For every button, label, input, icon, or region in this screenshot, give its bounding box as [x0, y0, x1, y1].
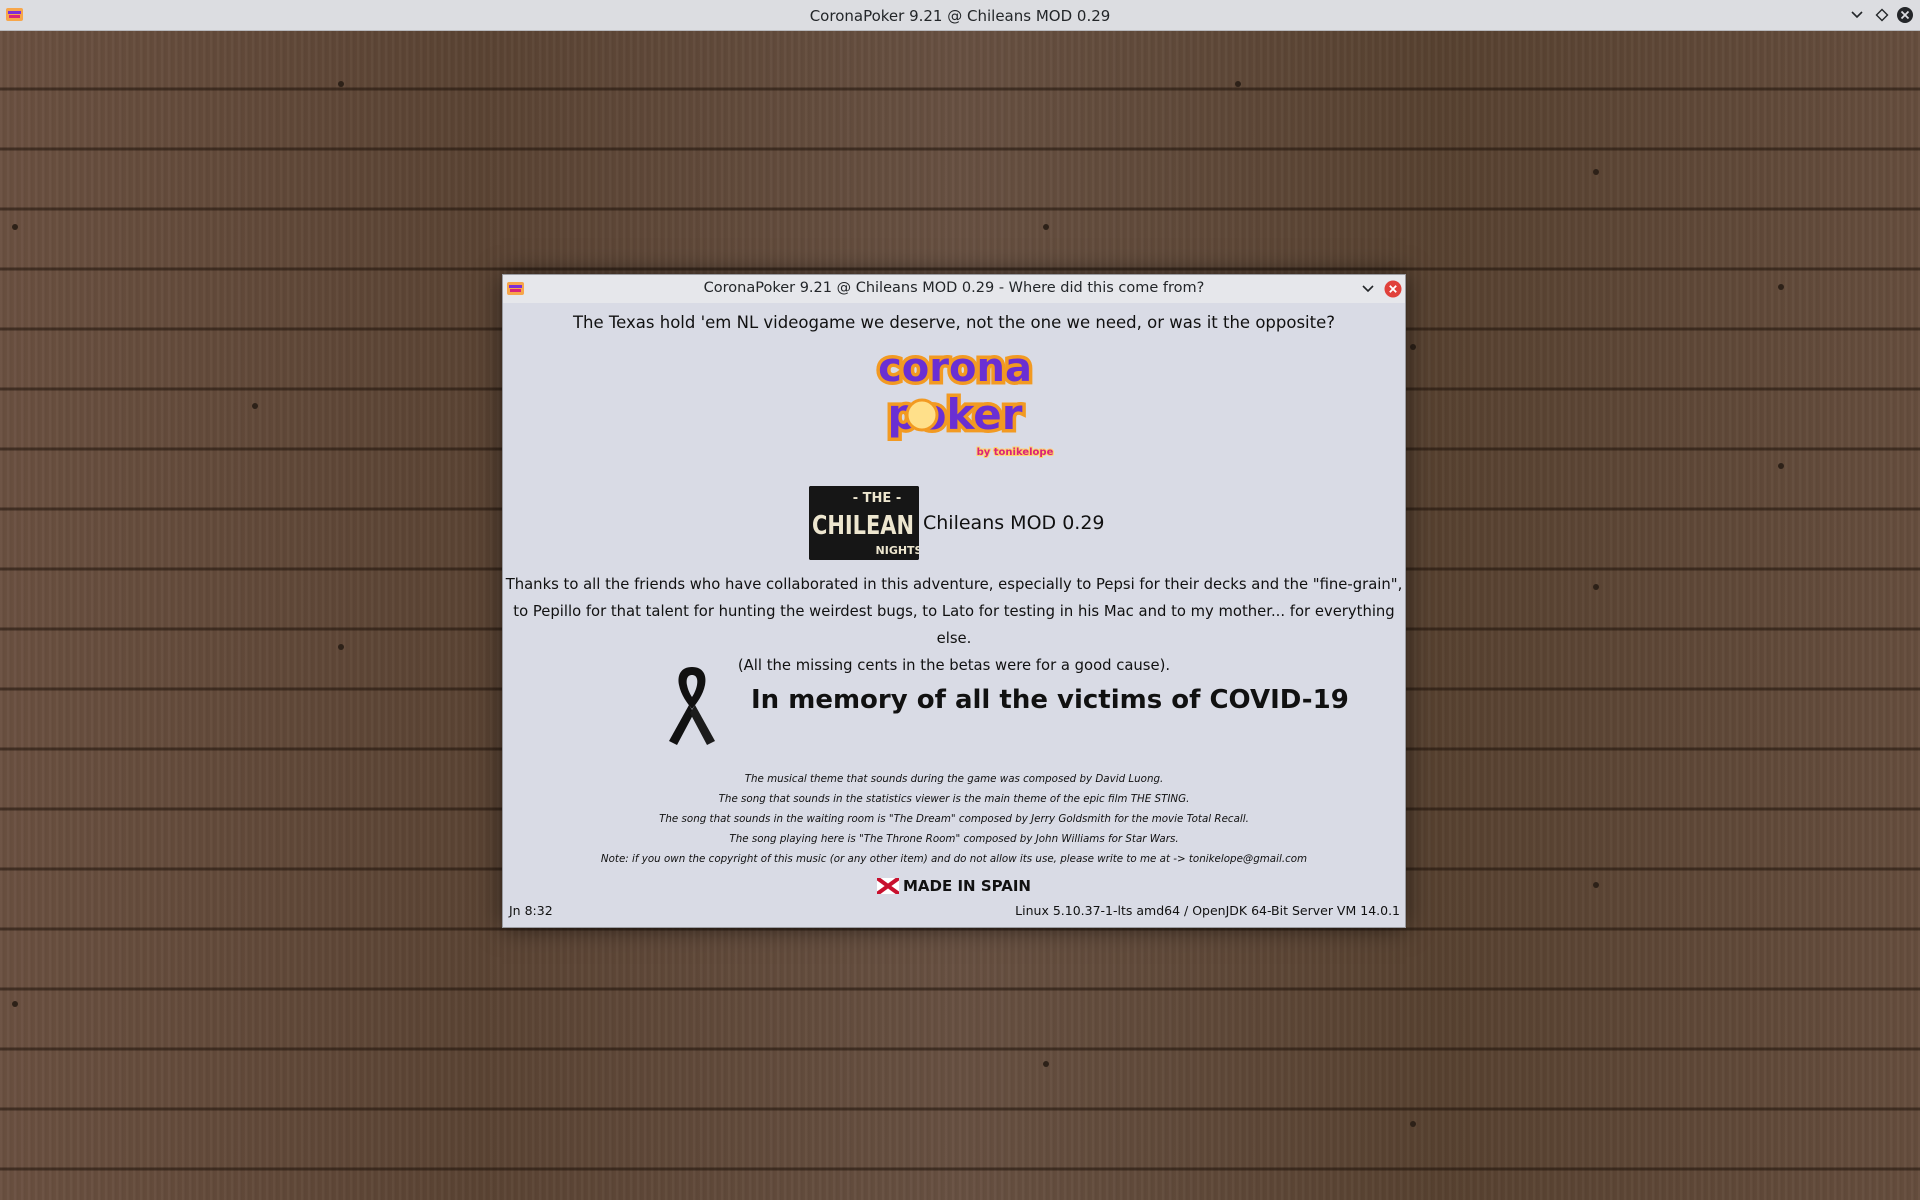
logo-line1: corona [878, 345, 1032, 391]
black-ribbon-icon [669, 667, 715, 745]
dialog-titlebar: CoronaPoker 9.21 @ Chileans MOD 0.29 - W… [503, 275, 1405, 303]
nail-decoration [1593, 584, 1599, 590]
diamond-icon [1875, 8, 1889, 22]
badge-top-text: - THE - [853, 491, 901, 506]
nail-decoration [338, 644, 344, 650]
chilean-nights-badge: - THE - CHILEAN NIGHTS [809, 486, 919, 560]
tagline: The Texas hold 'em NL videogame we deser… [572, 313, 1336, 332]
memorial-row: In memory of all the victims of COVID-19 [663, 663, 1349, 747]
close-icon [1384, 280, 1402, 298]
nail-decoration [1043, 1061, 1049, 1067]
nail-decoration [1235, 81, 1241, 87]
nail-decoration [1778, 463, 1784, 469]
made-in-label: MADE IN SPAIN [903, 877, 1031, 895]
chevron-down-icon [1362, 285, 1374, 293]
nail-decoration [1593, 882, 1599, 888]
main-window-titlebar: CoronaPoker 9.21 @ Chileans MOD 0.29 [0, 0, 1920, 31]
logo-byline: by tonikelope [977, 447, 1054, 458]
credit-line: The song that sounds in the statistics v… [718, 793, 1190, 805]
credit-line: The song that sounds in the waiting room… [659, 813, 1249, 825]
credit-line: The song playing here is "The Throne Roo… [729, 833, 1179, 845]
nail-decoration [1593, 169, 1599, 175]
minimize-button[interactable] [1847, 5, 1867, 25]
memorial-text: In memory of all the victims of COVID-19 [751, 685, 1349, 715]
close-button[interactable] [1895, 5, 1915, 25]
badge-bottom-text: NIGHTS [876, 544, 919, 557]
dialog-close-button[interactable] [1383, 279, 1403, 299]
maximize-button[interactable] [1872, 5, 1892, 25]
thanks-line: Thanks to all the friends who have colla… [505, 576, 1403, 593]
main-window-title: CoronaPoker 9.21 @ Chileans MOD 0.29 [809, 7, 1111, 25]
system-info: Linux 5.10.37-1-lts amd64 / OpenJDK 64-B… [1015, 903, 1400, 918]
badge-middle-text: CHILEAN [812, 511, 914, 541]
dialog-minimize-button[interactable] [1358, 279, 1378, 299]
music-credits: The musical theme that sounds during the… [503, 769, 1405, 869]
about-dialog: CoronaPoker 9.21 @ Chileans MOD 0.29 - W… [502, 274, 1406, 928]
nail-decoration [338, 81, 344, 87]
credit-line: Note: if you own the copyright of this m… [600, 853, 1308, 865]
nail-decoration [1410, 344, 1416, 350]
chevron-down-icon [1851, 11, 1863, 19]
bible-verse-link[interactable]: Jn 8:32 [509, 903, 553, 918]
coronapoker-logo: corona poker by tonikelope [875, 345, 1055, 459]
mod-info-row: - THE - CHILEAN NIGHTS Chileans MOD 0.29 [809, 485, 1105, 561]
nail-decoration [1043, 224, 1049, 230]
nail-decoration [1410, 1121, 1416, 1127]
nail-decoration [252, 403, 258, 409]
face-mask-icon [905, 398, 939, 432]
dialog-body: The Texas hold 'em NL videogame we deser… [503, 303, 1405, 927]
close-icon [1897, 7, 1913, 23]
thanks-line: to Pepillo for that talent for hunting t… [513, 603, 1395, 647]
nail-decoration [12, 224, 18, 230]
nail-decoration [1778, 284, 1784, 290]
made-in-spain: MADE IN SPAIN [503, 877, 1405, 895]
flag-icon [877, 878, 899, 894]
dialog-title: CoronaPoker 9.21 @ Chileans MOD 0.29 - W… [703, 280, 1205, 296]
credit-line: The musical theme that sounds during the… [744, 773, 1164, 785]
mod-label: Chileans MOD 0.29 [923, 512, 1105, 534]
nail-decoration [12, 1001, 18, 1007]
